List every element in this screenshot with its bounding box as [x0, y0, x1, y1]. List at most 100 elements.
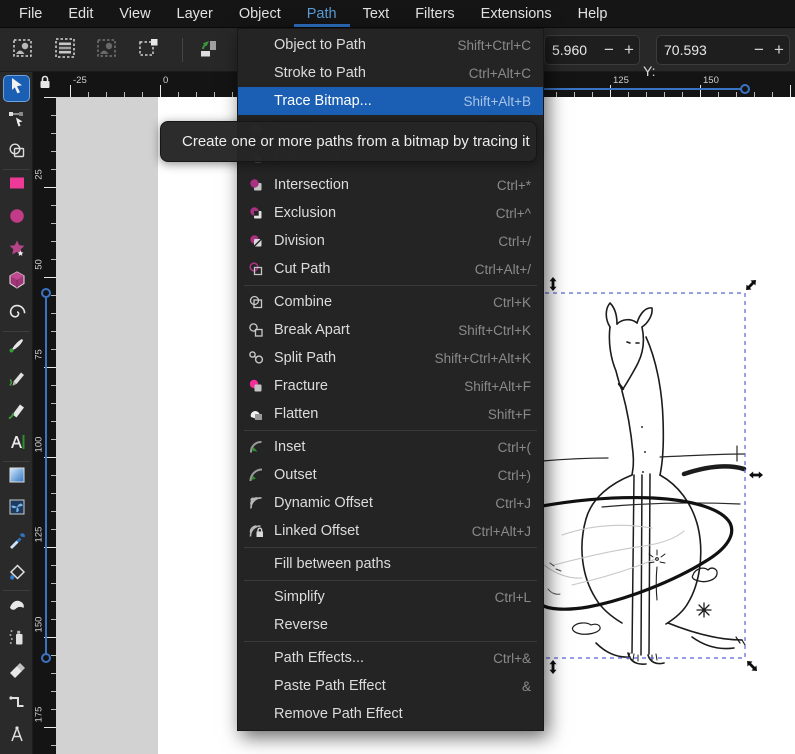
x-plus-button[interactable]: + — [619, 36, 639, 64]
menu-item-trace-bitmap[interactable]: Trace Bitmap...Shift+Alt+B — [238, 87, 543, 115]
toolbar-separator — [182, 38, 183, 62]
connector-icon — [7, 692, 27, 717]
vruler-label: 50 — [34, 250, 45, 280]
menu-item-inset[interactable]: InsetCtrl+( — [238, 433, 543, 461]
menu-item-paste-path-effect[interactable]: Paste Path Effect& — [238, 672, 543, 700]
menu-item-shortcut: Ctrl+J — [495, 496, 531, 511]
vertical-ruler[interactable]: 255075100125150175 — [33, 97, 56, 754]
menu-item-label: Stroke to Path — [274, 65, 455, 81]
tool-paint-bucket[interactable] — [4, 562, 29, 587]
menu-item-shortcut: Shift+Ctrl+C — [457, 38, 531, 53]
y-coordinate-value[interactable]: 70.593 — [657, 42, 749, 58]
tool-pen[interactable] — [4, 335, 29, 360]
tool-selector[interactable] — [4, 76, 29, 101]
menubar-item-path[interactable]: Path — [294, 0, 350, 27]
menu-item-combine[interactable]: CombineCtrl+K — [238, 288, 543, 316]
tool-pencil[interactable] — [4, 368, 29, 393]
menu-item-path-effects[interactable]: Path Effects...Ctrl+& — [238, 644, 543, 672]
hruler-label: 0 — [163, 75, 168, 86]
menu-item-shortcut: Ctrl+L — [495, 590, 531, 605]
x-coordinate-field[interactable]: 5.960 − + — [544, 35, 640, 65]
menubar-item-edit[interactable]: Edit — [55, 0, 106, 27]
select-all-button[interactable] — [6, 33, 40, 67]
selection-extent-dot — [41, 288, 51, 298]
menubar-item-help[interactable]: Help — [565, 0, 621, 27]
rotate-90-ccw-icon — [198, 37, 220, 64]
lock-guides-icon[interactable] — [38, 74, 52, 95]
dog-sketch[interactable] — [582, 303, 745, 664]
menu-item-linked-offset[interactable]: Linked OffsetCtrl+Alt+J — [238, 517, 543, 545]
menu-item-label: Outset — [274, 467, 484, 483]
y-minus-button[interactable]: − — [749, 36, 769, 64]
tool-mesh-gradient[interactable] — [4, 497, 29, 522]
select-all-in-all-layers-button[interactable] — [48, 33, 82, 67]
menu-item-simplify[interactable]: SimplifyCtrl+L — [238, 583, 543, 611]
blank-icon — [246, 93, 266, 109]
menu-item-label: Linked Offset — [274, 523, 458, 539]
vruler-label: 150 — [34, 610, 45, 640]
menu-item-remove-path-effect[interactable]: Remove Path Effect — [238, 700, 543, 728]
tool-shape-builder[interactable] — [4, 141, 29, 166]
y-plus-button[interactable]: + — [769, 36, 789, 64]
menubar-item-text[interactable]: Text — [350, 0, 403, 27]
x-coordinate-value[interactable]: 5.960 — [545, 42, 599, 58]
tool-calligraphy[interactable] — [4, 400, 29, 425]
menu-item-label: Split Path — [274, 350, 421, 366]
menu-item-break-apart[interactable]: Break ApartShift+Ctrl+K — [238, 316, 543, 344]
tool-connector[interactable] — [4, 692, 29, 717]
menubar-item-extensions[interactable]: Extensions — [468, 0, 565, 27]
tool-text[interactable] — [4, 432, 29, 457]
menu-separator — [244, 580, 537, 581]
tool-gradient[interactable] — [4, 465, 29, 490]
tool-eraser[interactable] — [4, 659, 29, 684]
blank-icon — [246, 678, 266, 694]
menu-item-dynamic-offset[interactable]: Dynamic OffsetCtrl+J — [238, 489, 543, 517]
selection-box-button[interactable] — [132, 33, 166, 67]
ruler-corner[interactable] — [33, 72, 56, 97]
menu-item-object-to-path[interactable]: Object to PathShift+Ctrl+C — [238, 31, 543, 59]
y-coordinate-field[interactable]: 70.593 − + — [656, 35, 790, 65]
menubar-item-view[interactable]: View — [106, 0, 163, 27]
gradient-icon — [7, 465, 27, 490]
tool-rectangle[interactable] — [4, 173, 29, 198]
menu-item-intersection[interactable]: IntersectionCtrl+* — [238, 171, 543, 199]
blank-icon — [246, 650, 266, 666]
menu-item-split-path[interactable]: Split PathShift+Ctrl+Alt+K — [238, 344, 543, 372]
menu-item-exclusion[interactable]: ExclusionCtrl+^ — [238, 199, 543, 227]
menu-item-flatten[interactable]: FlattenShift+F — [238, 400, 543, 428]
measure-icon — [7, 724, 27, 749]
menu-item-stroke-to-path[interactable]: Stroke to PathCtrl+Alt+C — [238, 59, 543, 87]
intersection-icon — [246, 177, 266, 193]
tool-spiral[interactable] — [4, 303, 29, 328]
menu-item-reverse[interactable]: Reverse — [238, 611, 543, 639]
tool-tweak[interactable] — [4, 594, 29, 619]
spiral-icon — [7, 303, 27, 328]
node-editor-icon — [7, 108, 27, 133]
tool-dropper[interactable] — [4, 530, 29, 555]
dropper-icon — [7, 530, 27, 555]
menu-item-division[interactable]: DivisionCtrl+/ — [238, 227, 543, 255]
menu-item-label: Exclusion — [274, 205, 482, 221]
menu-item-fill-between-paths[interactable]: Fill between paths — [238, 550, 543, 578]
menu-item-fracture[interactable]: FractureShift+Alt+F — [238, 372, 543, 400]
x-minus-button[interactable]: − — [599, 36, 619, 64]
deselect-button[interactable] — [90, 33, 124, 67]
blank-icon — [246, 556, 266, 572]
menu-item-outset[interactable]: OutsetCtrl+) — [238, 461, 543, 489]
tool-node-editor[interactable] — [4, 108, 29, 133]
tool-measure[interactable] — [4, 724, 29, 749]
toolbox-separator — [3, 331, 30, 332]
tool-box-3d[interactable] — [4, 270, 29, 295]
tool-star[interactable] — [4, 238, 29, 263]
rectangle-icon — [7, 173, 27, 198]
menubar-item-object[interactable]: Object — [226, 0, 294, 27]
menubar-item-filters[interactable]: Filters — [402, 0, 467, 27]
tool-spray[interactable] — [4, 627, 29, 652]
box-3d-icon — [7, 270, 27, 295]
tool-ellipse[interactable] — [4, 206, 29, 231]
menubar-item-file[interactable]: File — [6, 0, 55, 27]
menubar-item-layer[interactable]: Layer — [164, 0, 226, 27]
rotate-90-ccw-button[interactable] — [192, 33, 226, 67]
menu-item-label: Combine — [274, 294, 479, 310]
menu-item-cut-path[interactable]: Cut PathCtrl+Alt+/ — [238, 255, 543, 283]
